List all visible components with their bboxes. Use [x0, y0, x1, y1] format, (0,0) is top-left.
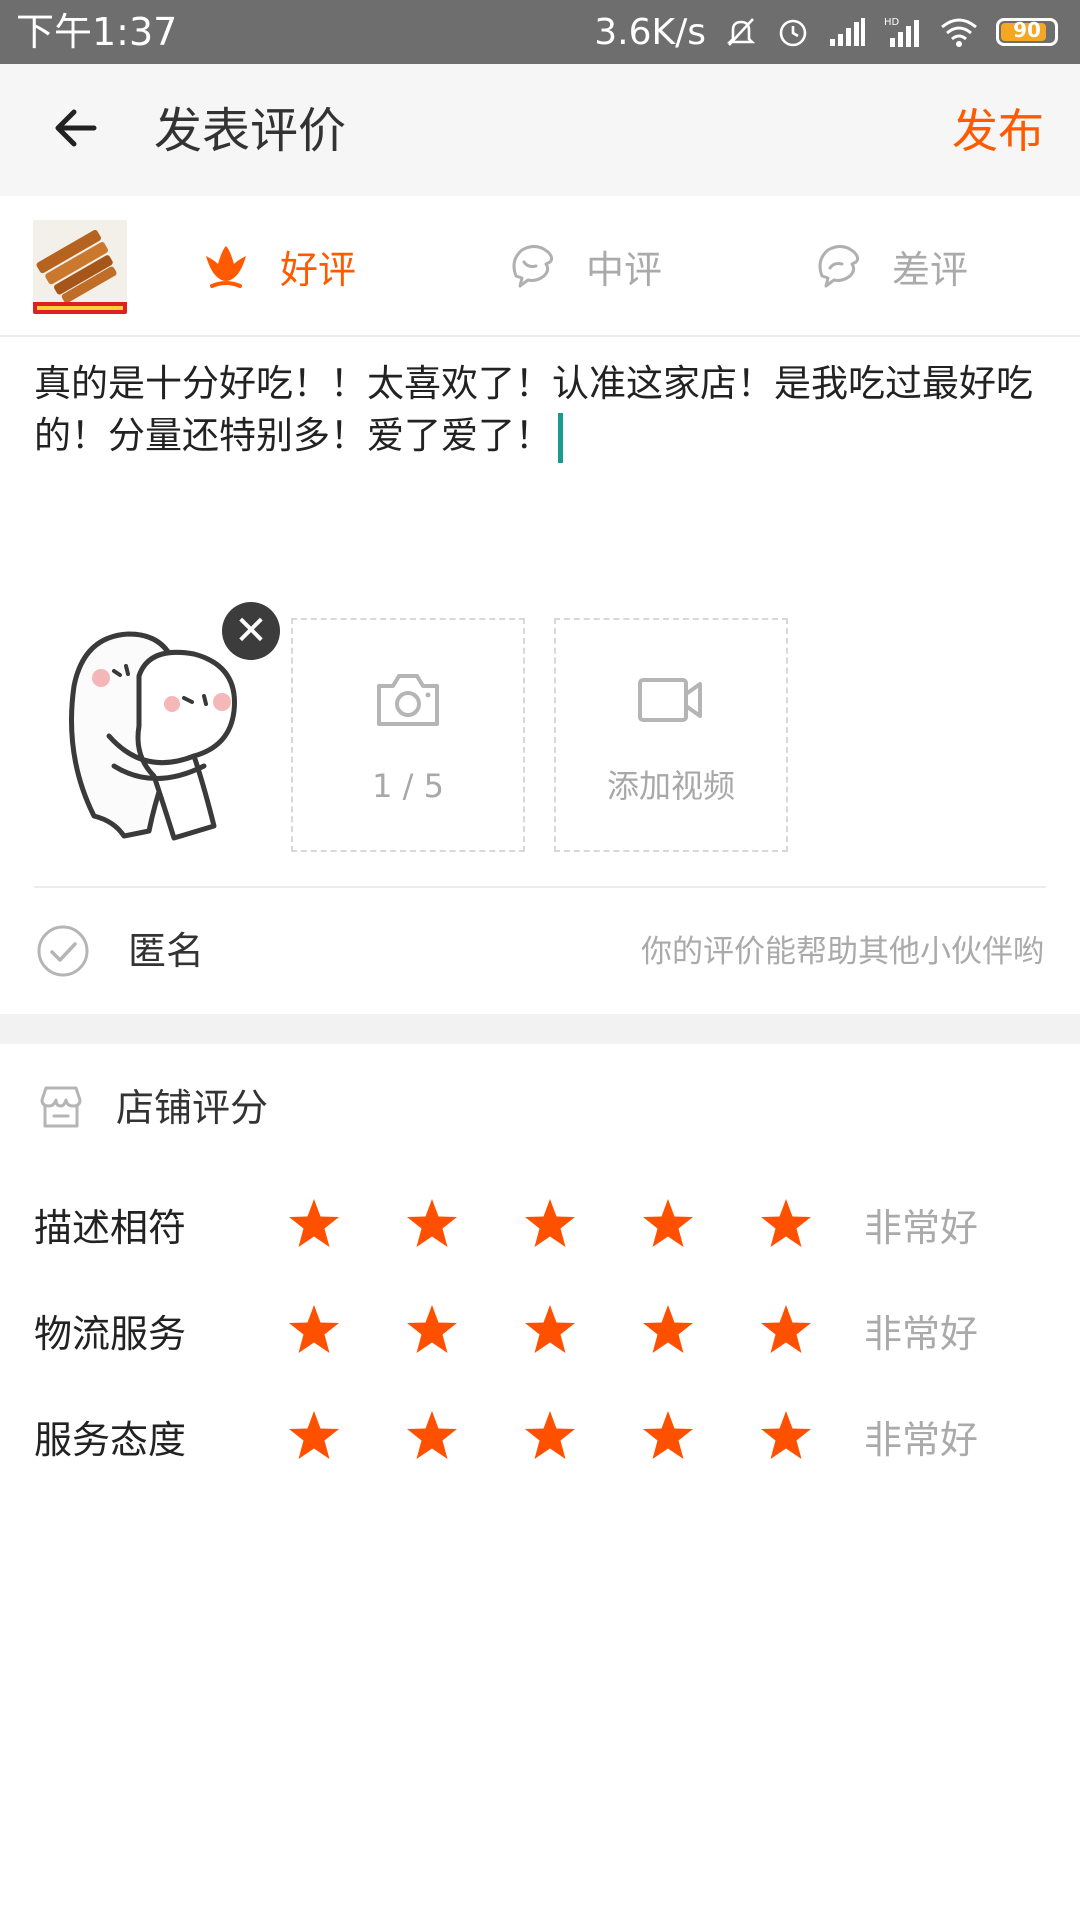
svg-text:HD: HD	[884, 17, 900, 28]
star-icon[interactable]	[522, 1194, 640, 1254]
star-icon[interactable]	[758, 1300, 876, 1360]
star-icon[interactable]	[522, 1406, 640, 1466]
rating-label: 服务态度	[34, 1417, 187, 1462]
anonymous-hint: 你的评价能帮助其他小伙伴哟	[641, 934, 1044, 970]
star-icon[interactable]	[286, 1194, 404, 1254]
tab-good-label: 好评	[280, 247, 357, 292]
star-icon[interactable]	[404, 1406, 522, 1466]
star-icon[interactable]	[640, 1300, 758, 1360]
face-icon	[818, 245, 860, 288]
tab-bad-label: 差评	[892, 247, 969, 292]
store-rating-title: 店铺评分	[116, 1086, 269, 1130]
star-rating[interactable]	[286, 1300, 876, 1360]
rating-text: 非常好	[864, 1205, 979, 1250]
tab-neutral-review[interactable]: 中评	[506, 236, 662, 296]
tab-neutral-label: 中评	[586, 247, 663, 292]
close-icon: ✕	[234, 608, 268, 654]
star-icon[interactable]	[286, 1300, 404, 1360]
status-bar: 下午1:37 3.6K/s HD 90	[0, 0, 1080, 64]
page-title: 发表评价	[154, 103, 347, 159]
face-icon	[512, 245, 554, 288]
camera-icon	[377, 674, 439, 726]
divider	[34, 886, 1046, 888]
star-icon[interactable]	[404, 1300, 522, 1360]
network-speed: 3.6K/s	[594, 11, 706, 53]
flower-icon	[206, 246, 246, 288]
signal-icon	[830, 18, 865, 46]
star-icon[interactable]	[758, 1406, 876, 1466]
star-icon[interactable]	[758, 1194, 876, 1254]
store-icon	[40, 1086, 82, 1128]
rating-text: 非常好	[864, 1417, 979, 1462]
status-right: 3.6K/s HD 90	[594, 0, 1080, 64]
alarm-icon	[779, 19, 807, 47]
arrow-left-icon[interactable]	[50, 100, 106, 156]
rating-label: 物流服务	[34, 1311, 187, 1356]
star-icon[interactable]	[640, 1194, 758, 1254]
rating-row-description: 描述相符 非常好	[34, 1194, 978, 1254]
publish-button[interactable]: 发布	[952, 100, 1044, 162]
add-video-label: 添加视频	[606, 767, 735, 805]
section-separator	[0, 1014, 1080, 1044]
check-circle-icon[interactable]	[36, 924, 90, 978]
tab-good-review[interactable]: 好评	[200, 236, 356, 296]
rating-label: 描述相符	[34, 1205, 187, 1250]
photo-count: 1 / 5	[372, 767, 444, 805]
product-thumbnail	[33, 220, 127, 314]
tab-bad-review[interactable]: 差评	[812, 236, 968, 296]
star-icon[interactable]	[640, 1406, 758, 1466]
video-camera-icon	[638, 678, 702, 722]
status-time: 下午1:37	[16, 10, 178, 54]
hd-signal-icon: HD	[884, 17, 919, 47]
rating-row-logistics: 物流服务 非常好	[34, 1300, 978, 1360]
remove-photo-button[interactable]: ✕	[222, 602, 280, 660]
divider	[0, 335, 1080, 337]
star-icon[interactable]	[522, 1300, 640, 1360]
star-rating[interactable]	[286, 1406, 876, 1466]
rating-text: 非常好	[864, 1311, 979, 1356]
battery-icon: 90	[996, 18, 1058, 46]
add-photo-button[interactable]: 1 / 5	[291, 618, 525, 852]
anonymous-label: 匿名	[128, 929, 205, 973]
rating-row-service: 服务态度 非常好	[34, 1406, 978, 1466]
star-icon[interactable]	[404, 1194, 522, 1254]
review-text: 真的是十分好吃！！太喜欢了！认准这家店！是我吃过最好吃的！分量还特别多！爱了爱了…	[34, 362, 1033, 457]
mute-icon	[726, 18, 756, 46]
wifi-icon	[941, 18, 977, 47]
star-rating[interactable]	[286, 1194, 876, 1254]
text-cursor	[558, 412, 563, 463]
review-text-input[interactable]: 真的是十分好吃！！太喜欢了！认准这家店！是我吃过最好吃的！分量还特别多！爱了爱了…	[34, 358, 1054, 463]
battery-level: 90	[1013, 18, 1041, 42]
add-video-button[interactable]: 添加视频	[554, 618, 788, 852]
star-icon[interactable]	[286, 1406, 404, 1466]
